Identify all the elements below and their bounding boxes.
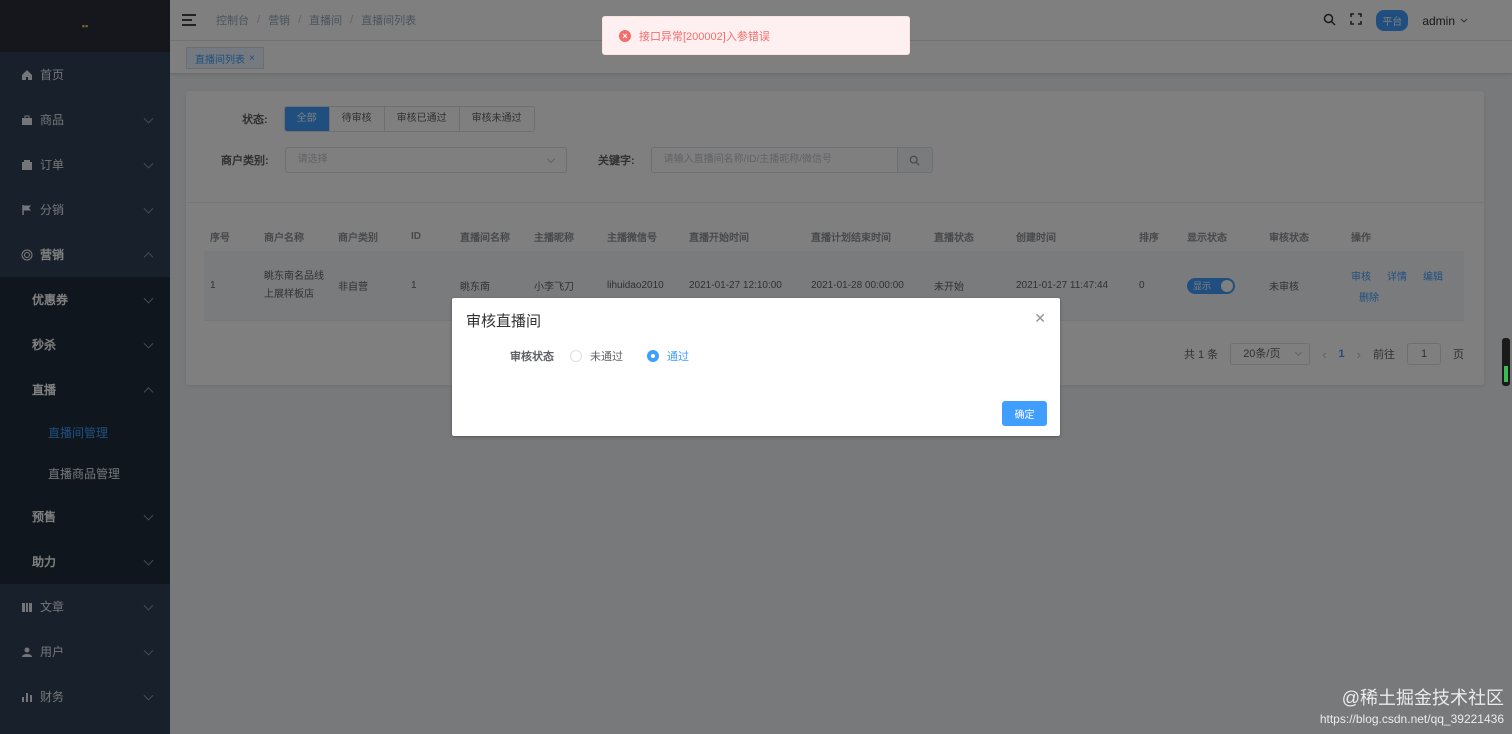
radio-approved[interactable]: 通过	[647, 348, 689, 364]
radio-dot	[647, 350, 659, 362]
error-message-text: 接口异常[200002]入参错误	[639, 30, 770, 43]
audit-status-label: 审核状态	[510, 351, 554, 363]
radio-label: 未通过	[590, 351, 623, 363]
watermark-line2: https://blog.csdn.net/qq_39221436	[1319, 712, 1504, 726]
radio-rejected[interactable]: 未通过	[570, 348, 623, 364]
radio-label: 通过	[667, 351, 689, 363]
close-icon[interactable]: ✕	[1034, 310, 1046, 327]
watermark: @稀土掘金技术社区 https://blog.csdn.net/qq_39221…	[1320, 684, 1504, 726]
audit-dialog: 审核直播间 ✕ 审核状态 未通过 通过 确定	[452, 298, 1060, 436]
watermark-line1: @稀土掘金技术社区	[1341, 688, 1504, 708]
error-message: × 接口异常[200002]入参错误	[602, 16, 910, 55]
dialog-body: 审核状态 未通过 通过	[510, 348, 689, 364]
scroll-indicator	[1502, 338, 1510, 386]
radio-dot	[570, 350, 582, 362]
error-icon: ×	[619, 29, 631, 42]
dialog-title: 审核直播间	[466, 313, 542, 330]
confirm-button[interactable]: 确定	[1002, 401, 1047, 426]
